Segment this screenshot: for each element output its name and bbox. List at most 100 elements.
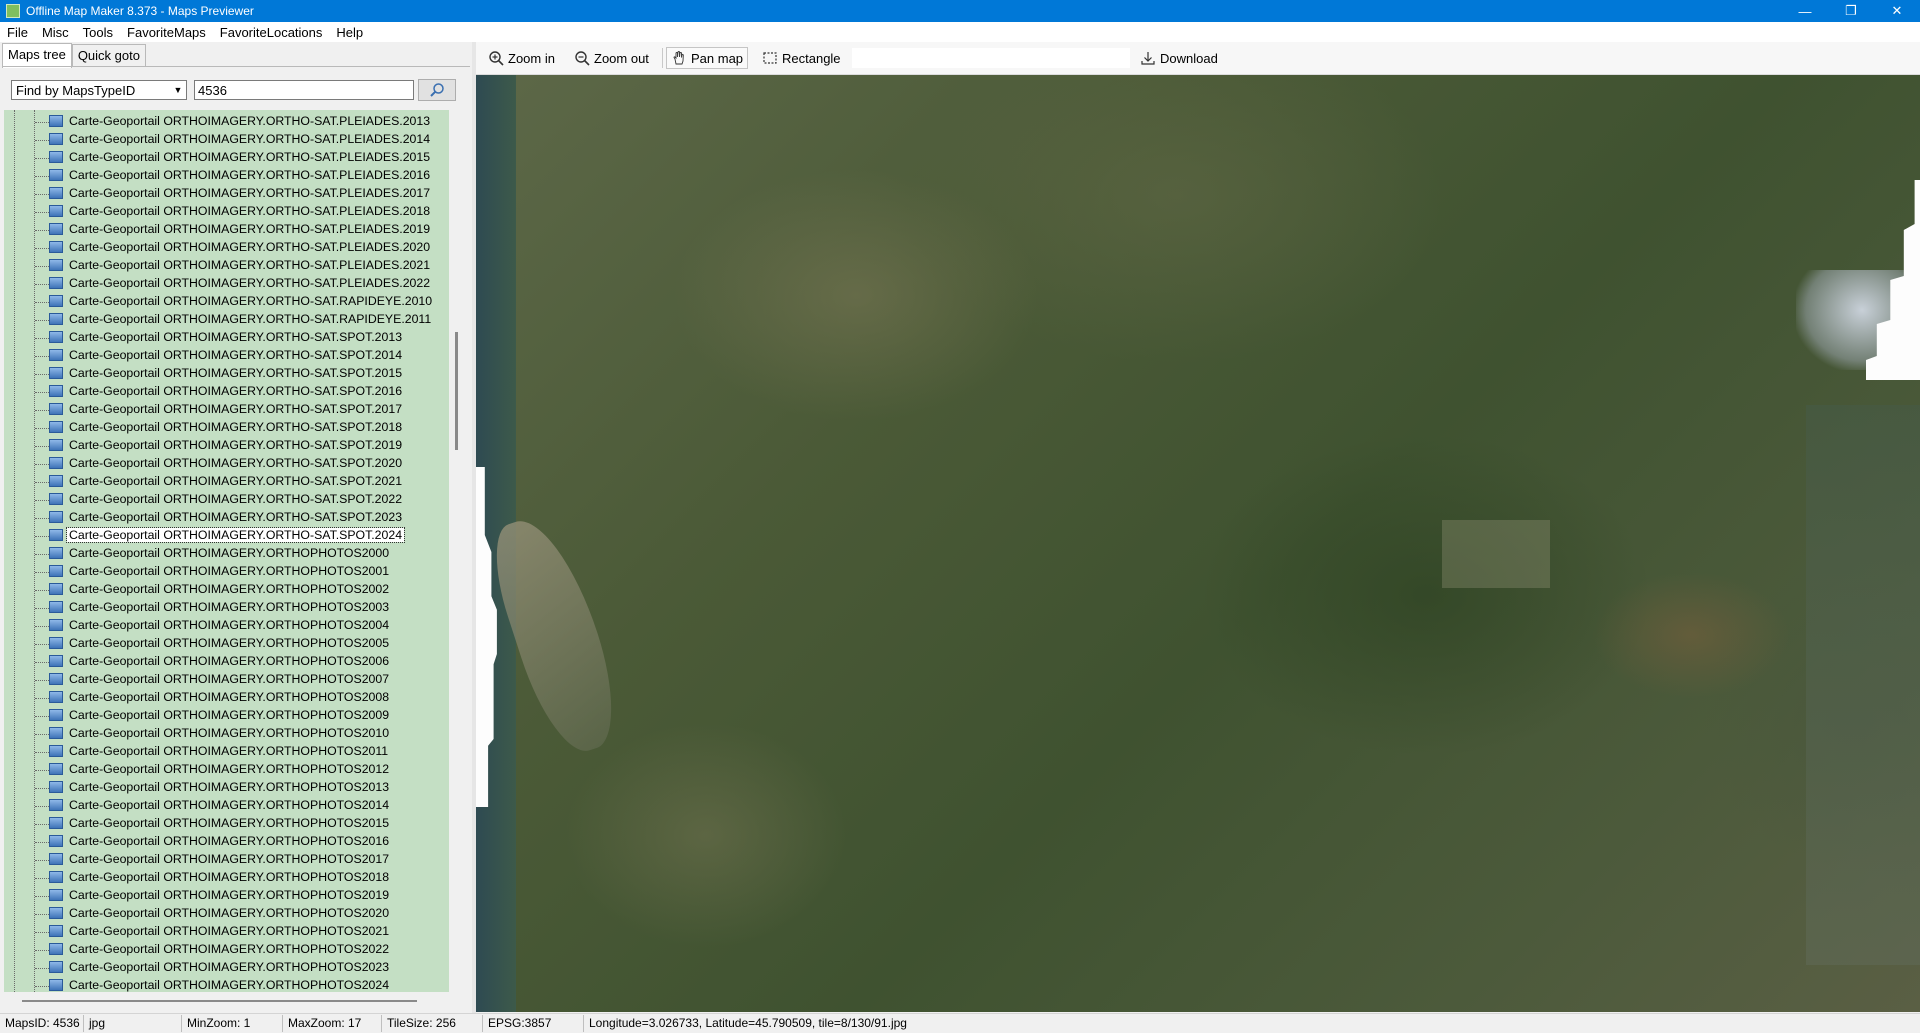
tab-quick-goto[interactable]: Quick goto: [71, 44, 146, 66]
tree-item[interactable]: Carte-Geoportail ORTHOIMAGERY.ORTHO-SAT.…: [4, 113, 449, 131]
menu-tools[interactable]: Tools: [76, 25, 120, 40]
tree-item[interactable]: Carte-Geoportail ORTHOIMAGERY.ORTHOPHOTO…: [4, 815, 449, 833]
menu-bar: File Misc Tools FavoriteMaps FavoriteLoc…: [0, 22, 1920, 42]
scrollbar-thumb[interactable]: [455, 332, 458, 450]
tree-item[interactable]: Carte-Geoportail ORTHOIMAGERY.ORTHO-SAT.…: [4, 221, 449, 239]
map-layer-icon: [49, 529, 63, 541]
tree-item[interactable]: Carte-Geoportail ORTHOIMAGERY.ORTHOPHOTO…: [4, 689, 449, 707]
download-button[interactable]: Download: [1136, 47, 1222, 69]
tree-item[interactable]: Carte-Geoportail ORTHOIMAGERY.ORTHO-SAT.…: [4, 131, 449, 149]
tree-item[interactable]: Carte-Geoportail ORTHOIMAGERY.ORTHOPHOTO…: [4, 545, 449, 563]
tree-item[interactable]: Carte-Geoportail ORTHOIMAGERY.ORTHO-SAT.…: [4, 437, 449, 455]
restore-button[interactable]: ❐: [1828, 0, 1874, 22]
tree-item[interactable]: Carte-Geoportail ORTHOIMAGERY.ORTHO-SAT.…: [4, 455, 449, 473]
zoom-in-button[interactable]: Zoom in: [484, 47, 559, 69]
title-bar: Offline Map Maker 8.373 - Maps Previewer…: [0, 0, 1920, 22]
tree-item[interactable]: Carte-Geoportail ORTHOIMAGERY.ORTHOPHOTO…: [4, 797, 449, 815]
tree-item[interactable]: Carte-Geoportail ORTHOIMAGERY.ORTHOPHOTO…: [4, 599, 449, 617]
tree-item[interactable]: Carte-Geoportail ORTHOIMAGERY.ORTHOPHOTO…: [4, 707, 449, 725]
status-tile-size: TileSize: 256: [382, 1015, 483, 1032]
rectangle-button[interactable]: Rectangle: [758, 47, 845, 69]
chevron-down-icon[interactable]: ▼: [170, 81, 186, 99]
tree-item[interactable]: Carte-Geoportail ORTHOIMAGERY.ORTHOPHOTO…: [4, 581, 449, 599]
maps-tree[interactable]: Carte-Geoportail ORTHOIMAGERY.ORTHO-SAT.…: [4, 110, 449, 992]
map-layer-icon: [49, 349, 63, 361]
tree-item[interactable]: Carte-Geoportail ORTHOIMAGERY.ORTHO-SAT.…: [4, 311, 449, 329]
tree-item[interactable]: Carte-Geoportail ORTHOIMAGERY.ORTHO-SAT.…: [4, 293, 449, 311]
tree-item[interactable]: Carte-Geoportail ORTHOIMAGERY.ORTHOPHOTO…: [4, 851, 449, 869]
tree-item[interactable]: Carte-Geoportail ORTHOIMAGERY.ORTHO-SAT.…: [4, 185, 449, 203]
tree-connector: [35, 590, 49, 591]
status-min-zoom: MinZoom: 1: [182, 1015, 283, 1032]
tree-item[interactable]: Carte-Geoportail ORTHOIMAGERY.ORTHOPHOTO…: [4, 761, 449, 779]
tree-item[interactable]: Carte-Geoportail ORTHOIMAGERY.ORTHO-SAT.…: [4, 329, 449, 347]
find-mode-value: Find by MapsTypeID: [16, 82, 136, 98]
scrollbar-thumb[interactable]: [22, 1000, 417, 1002]
tree-vertical-scrollbar[interactable]: [452, 110, 466, 992]
tree-item[interactable]: Carte-Geoportail ORTHOIMAGERY.ORTHO-SAT.…: [4, 383, 449, 401]
tree-item[interactable]: Carte-Geoportail ORTHOIMAGERY.ORTHOPHOTO…: [4, 959, 449, 977]
tree-item-label: Carte-Geoportail ORTHOIMAGERY.ORTHOPHOTO…: [69, 564, 390, 578]
menu-favoritelocations[interactable]: FavoriteLocations: [213, 25, 330, 40]
tree-item[interactable]: Carte-Geoportail ORTHOIMAGERY.ORTHOPHOTO…: [4, 725, 449, 743]
pan-map-button[interactable]: Pan map: [666, 47, 749, 69]
tree-item[interactable]: Carte-Geoportail ORTHOIMAGERY.ORTHO-SAT.…: [4, 365, 449, 383]
zoom-in-label: Zoom in: [508, 50, 555, 66]
close-button[interactable]: ✕: [1874, 0, 1920, 22]
tree-item[interactable]: Carte-Geoportail ORTHOIMAGERY.ORTHO-SAT.…: [4, 419, 449, 437]
tree-item[interactable]: Carte-Geoportail ORTHOIMAGERY.ORTHO-SAT.…: [4, 275, 449, 293]
tab-maps-tree[interactable]: Maps tree: [2, 43, 72, 68]
tree-connector: [35, 194, 49, 195]
zoom-out-button[interactable]: Zoom out: [570, 47, 653, 69]
tree-item[interactable]: Carte-Geoportail ORTHOIMAGERY.ORTHOPHOTO…: [4, 941, 449, 959]
tree-item-label: Carte-Geoportail ORTHOIMAGERY.ORTHOPHOTO…: [69, 978, 390, 992]
tree-item-label: Carte-Geoportail ORTHOIMAGERY.ORTHO-SAT.…: [65, 527, 406, 543]
find-mode-select[interactable]: Find by MapsTypeID ▼: [11, 80, 187, 100]
map-layer-icon: [49, 565, 63, 577]
menu-help[interactable]: Help: [329, 25, 370, 40]
tree-item[interactable]: Carte-Geoportail ORTHOIMAGERY.ORTHO-SAT.…: [4, 347, 449, 365]
tree-item[interactable]: Carte-Geoportail ORTHOIMAGERY.ORTHOPHOTO…: [4, 671, 449, 689]
map-view[interactable]: [476, 75, 1920, 1012]
tree-item[interactable]: Carte-Geoportail ORTHOIMAGERY.ORTHO-SAT.…: [4, 167, 449, 185]
tree-item[interactable]: Carte-Geoportail ORTHOIMAGERY.ORTHO-SAT.…: [4, 473, 449, 491]
tree-item[interactable]: Carte-Geoportail ORTHOIMAGERY.ORTHO-SAT.…: [4, 239, 449, 257]
search-icon: [430, 83, 444, 97]
tree-item[interactable]: Carte-Geoportail ORTHOIMAGERY.ORTHO-SAT.…: [4, 149, 449, 167]
tree-item[interactable]: Carte-Geoportail ORTHOIMAGERY.ORTHOPHOTO…: [4, 743, 449, 761]
map-layer-icon: [49, 115, 63, 127]
menu-misc[interactable]: Misc: [35, 25, 76, 40]
tree-item[interactable]: Carte-Geoportail ORTHOIMAGERY.ORTHO-SAT.…: [4, 509, 449, 527]
tree-item-label: Carte-Geoportail ORTHOIMAGERY.ORTHOPHOTO…: [69, 600, 390, 614]
menu-favoritemaps[interactable]: FavoriteMaps: [120, 25, 213, 40]
find-input[interactable]: [194, 80, 414, 100]
menu-file[interactable]: File: [0, 25, 35, 40]
tree-item[interactable]: Carte-Geoportail ORTHOIMAGERY.ORTHOPHOTO…: [4, 977, 449, 992]
tree-item[interactable]: Carte-Geoportail ORTHOIMAGERY.ORTHO-SAT.…: [4, 491, 449, 509]
tree-item[interactable]: Carte-Geoportail ORTHOIMAGERY.ORTHO-SAT.…: [4, 203, 449, 221]
tree-item[interactable]: Carte-Geoportail ORTHOIMAGERY.ORTHOPHOTO…: [4, 779, 449, 797]
tree-item[interactable]: Carte-Geoportail ORTHOIMAGERY.ORTHOPHOTO…: [4, 635, 449, 653]
tree-item[interactable]: Carte-Geoportail ORTHOIMAGERY.ORTHOPHOTO…: [4, 617, 449, 635]
tree-item[interactable]: Carte-Geoportail ORTHOIMAGERY.ORTHOPHOTO…: [4, 653, 449, 671]
tree-item-label: Carte-Geoportail ORTHOIMAGERY.ORTHO-SAT.…: [69, 132, 431, 146]
tree-item[interactable]: Carte-Geoportail ORTHOIMAGERY.ORTHOPHOTO…: [4, 887, 449, 905]
tree-item[interactable]: Carte-Geoportail ORTHOIMAGERY.ORTHOPHOTO…: [4, 833, 449, 851]
tree-horizontal-scrollbar[interactable]: [4, 994, 449, 1006]
map-layer-icon: [49, 853, 63, 865]
find-button[interactable]: [418, 79, 456, 101]
tree-item[interactable]: Carte-Geoportail ORTHOIMAGERY.ORTHO-SAT.…: [4, 401, 449, 419]
tree-item[interactable]: Carte-Geoportail ORTHOIMAGERY.ORTHOPHOTO…: [4, 869, 449, 887]
tree-item[interactable]: Carte-Geoportail ORTHOIMAGERY.ORTHO-SAT.…: [4, 527, 449, 545]
tree-connector: [35, 122, 49, 123]
tree-connector: [35, 266, 49, 267]
tree-item-label: Carte-Geoportail ORTHOIMAGERY.ORTHOPHOTO…: [69, 690, 390, 704]
tree-item[interactable]: Carte-Geoportail ORTHOIMAGERY.ORTHOPHOTO…: [4, 563, 449, 581]
tree-item[interactable]: Carte-Geoportail ORTHOIMAGERY.ORTHOPHOTO…: [4, 905, 449, 923]
tree-item[interactable]: Carte-Geoportail ORTHOIMAGERY.ORTHOPHOTO…: [4, 923, 449, 941]
minimize-button[interactable]: —: [1782, 0, 1828, 22]
status-format: jpg: [84, 1015, 182, 1032]
tree-item[interactable]: Carte-Geoportail ORTHOIMAGERY.ORTHO-SAT.…: [4, 257, 449, 275]
map-layer-icon: [49, 385, 63, 397]
tree-connector: [35, 932, 49, 933]
